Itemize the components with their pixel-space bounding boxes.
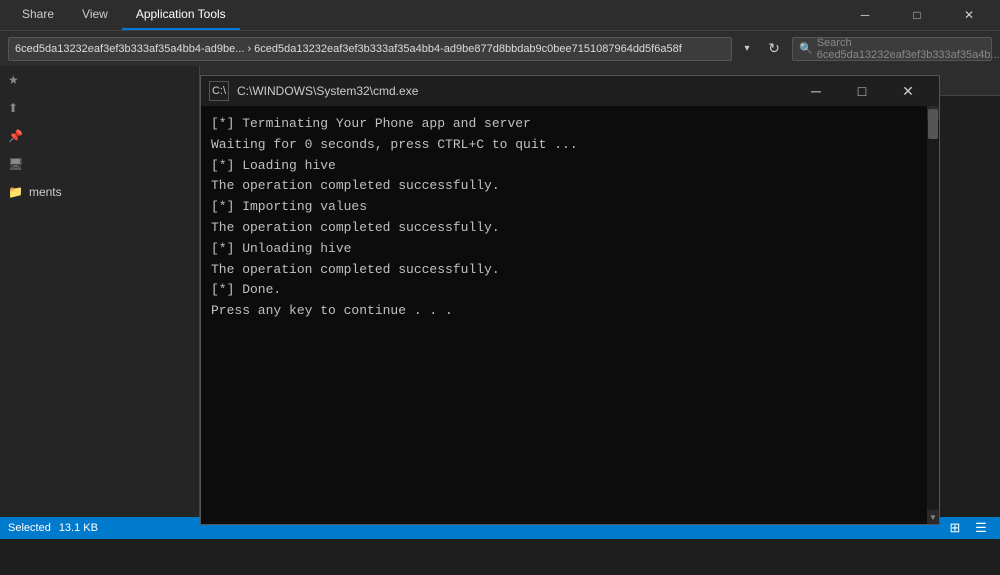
pin-icon: 📌 bbox=[8, 129, 23, 143]
cmd-title-icon: C:\ bbox=[209, 81, 229, 101]
cmd-window: C:\ C:\WINDOWS\System32\cmd.exe ─ □ ✕ [*… bbox=[200, 75, 940, 525]
cmd-line: [*] Importing values bbox=[211, 197, 917, 218]
title-bar-tabs: Share View Application Tools bbox=[8, 0, 240, 30]
cmd-body: [*] Terminating Your Phone app and serve… bbox=[201, 106, 939, 524]
address-box[interactable]: 6ced5da13232eaf3ef3b333af35a4bb4-ad9be..… bbox=[8, 37, 732, 61]
up-icon: ⬆ bbox=[8, 101, 18, 115]
tab-view[interactable]: View bbox=[68, 0, 122, 30]
computer-icon: 🖥 bbox=[8, 157, 23, 171]
sidebar: ★ ⬆ 📌 🖥 📁 ments bbox=[0, 66, 200, 517]
sidebar-item-computer[interactable]: 🖥 bbox=[0, 150, 199, 178]
cmd-content[interactable]: [*] Terminating Your Phone app and serve… bbox=[201, 106, 927, 524]
sidebar-item-up[interactable]: ⬆ bbox=[0, 94, 199, 122]
search-placeholder: Search 6ced5da13232eaf3ef3b333af35a4b... bbox=[817, 37, 1000, 61]
cmd-minimize-button[interactable]: ─ bbox=[793, 76, 839, 106]
cmd-line: The operation completed successfully. bbox=[211, 218, 917, 239]
tab-application-tools[interactable]: Application Tools bbox=[122, 0, 240, 30]
cmd-title-text: C:\WINDOWS\System32\cmd.exe bbox=[237, 84, 793, 98]
sidebar-item-label: ments bbox=[29, 185, 62, 199]
refresh-button[interactable]: ↻ bbox=[762, 37, 786, 61]
status-right: ⊞ ☰ bbox=[944, 517, 992, 539]
address-path: 6ced5da13232eaf3ef3b333af35a4bb4-ad9be..… bbox=[15, 43, 682, 55]
cmd-line: [*] Terminating Your Phone app and serve… bbox=[211, 114, 917, 135]
cmd-maximize-button[interactable]: □ bbox=[839, 76, 885, 106]
cmd-line: [*] Unloading hive bbox=[211, 239, 917, 260]
cmd-scrollbar[interactable]: ▲ ▼ bbox=[927, 106, 939, 524]
list-view-icon[interactable]: ☰ bbox=[970, 517, 992, 539]
scrollbar-arrow-down[interactable]: ▼ bbox=[927, 510, 939, 524]
cmd-close-button[interactable]: ✕ bbox=[885, 76, 931, 106]
cmd-controls: ─ □ ✕ bbox=[793, 76, 931, 106]
search-box[interactable]: 🔍 Search 6ced5da13232eaf3ef3b333af35a4b.… bbox=[792, 37, 992, 61]
title-bar: Share View Application Tools ─ □ ✕ bbox=[0, 0, 1000, 30]
sidebar-item-favorites[interactable]: ★ bbox=[0, 66, 199, 94]
search-icon: 🔍 bbox=[799, 42, 813, 55]
window-maximize-button[interactable]: □ bbox=[894, 0, 940, 30]
window-minimize-button[interactable]: ─ bbox=[842, 0, 888, 30]
scrollbar-thumb[interactable] bbox=[928, 109, 938, 139]
cmd-line: The operation completed successfully. bbox=[211, 176, 917, 197]
address-bar: 6ced5da13232eaf3ef3b333af35a4bb4-ad9be..… bbox=[0, 30, 1000, 66]
status-selected-text: Selected bbox=[8, 522, 51, 534]
star-icon: ★ bbox=[8, 73, 19, 87]
cmd-line: The operation completed successfully. bbox=[211, 260, 917, 281]
address-chevron-button[interactable]: ▾ bbox=[738, 37, 756, 61]
sidebar-item-pin[interactable]: 📌 bbox=[0, 122, 199, 150]
window-close-button[interactable]: ✕ bbox=[946, 0, 992, 30]
grid-view-icon[interactable]: ⊞ bbox=[944, 517, 966, 539]
sidebar-item-documents[interactable]: 📁 ments bbox=[0, 178, 199, 206]
cmd-line: [*] Done. bbox=[211, 280, 917, 301]
cmd-line: [*] Loading hive bbox=[211, 156, 917, 177]
folder-icon: 📁 bbox=[8, 185, 23, 199]
tab-share[interactable]: Share bbox=[8, 0, 68, 30]
cmd-line: Press any key to continue . . . bbox=[211, 301, 917, 322]
cmd-titlebar[interactable]: C:\ C:\WINDOWS\System32\cmd.exe ─ □ ✕ bbox=[201, 76, 939, 106]
status-size-text: 13.1 KB bbox=[59, 522, 98, 534]
cmd-line: Waiting for 0 seconds, press CTRL+C to q… bbox=[211, 135, 917, 156]
